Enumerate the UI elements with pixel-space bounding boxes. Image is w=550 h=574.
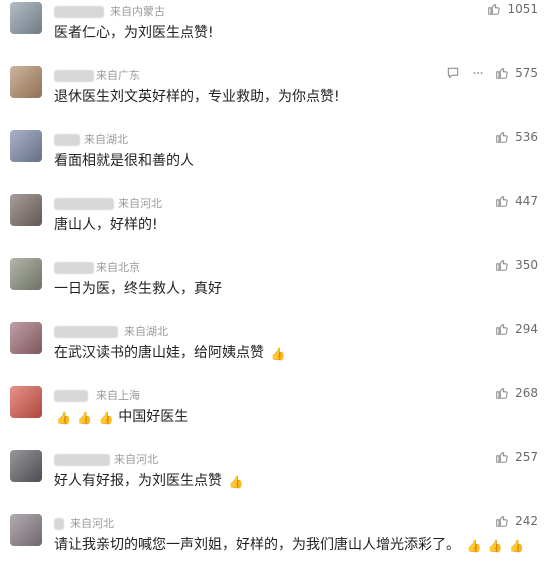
like-button[interactable]: 350	[495, 258, 538, 272]
comment-text-body: 好人有好报，为刘医生点赞	[54, 473, 222, 489]
avatar[interactable]	[10, 66, 42, 98]
comment-text: 退休医生刘文英好样的，专业救助，为你点赞!	[54, 89, 340, 105]
username-blurred[interactable]	[54, 454, 110, 466]
location-label: 来自上海	[96, 389, 140, 402]
comment-actions: 257	[495, 450, 538, 464]
more-icon	[473, 72, 483, 74]
reply-button[interactable]	[445, 66, 461, 80]
like-count: 575	[515, 66, 538, 80]
comment-text: 请让我亲切的喊您一声刘姐，好样的，为我们唐山人增光添彩了。 👍 👍 👍	[54, 534, 524, 554]
like-count: 350	[515, 258, 538, 272]
comment-text: 好人有好报，为刘医生点赞 👍	[54, 470, 243, 490]
comment-text: 👍 👍 👍 中国好医生	[54, 406, 188, 426]
comment-item-3: 来自湖北 看面相就是很和善的人 536	[0, 128, 550, 190]
comment-item-2: 来自广东 退休医生刘文英好样的，专业救助，为你点赞! 575	[0, 64, 550, 126]
like-button[interactable]: 1051	[487, 2, 538, 16]
comment-text: 一日为医，终生救人，真好	[54, 281, 222, 297]
like-count: 294	[515, 322, 538, 336]
comment-item-8: 来自河北 好人有好报，为刘医生点赞 👍 257	[0, 448, 550, 510]
avatar[interactable]	[10, 130, 42, 162]
username-blurred[interactable]	[54, 326, 118, 338]
comment-item-4: 来自河北 唐山人，好样的! 447	[0, 192, 550, 254]
avatar[interactable]	[10, 386, 42, 418]
username-blurred[interactable]	[54, 6, 104, 18]
comment-text-body: 在武汉读书的唐山娃，给阿姨点赞	[54, 345, 264, 361]
comment-item-9: 来自河北 请让我亲切的喊您一声刘姐，好样的，为我们唐山人增光添彩了。 👍 👍 👍…	[0, 512, 550, 574]
location-label: 来自湖北	[84, 133, 128, 146]
comment-text: 唐山人，好样的!	[54, 217, 158, 233]
comment-item-1: 来自内蒙古 医者仁心，为刘医生点赞! 1051	[0, 0, 550, 62]
avatar[interactable]	[10, 2, 42, 34]
comment-actions: 268	[495, 386, 538, 400]
like-button[interactable]: 575	[495, 66, 538, 80]
thumbs-up-emoji-icon: 👍	[487, 539, 503, 553]
like-button[interactable]: 257	[495, 450, 538, 464]
avatar[interactable]	[10, 450, 42, 482]
username-blurred[interactable]	[54, 134, 80, 146]
thumbs-up-icon	[496, 195, 508, 207]
thumbs-up-icon	[488, 3, 501, 15]
thumbs-up-icon	[496, 515, 508, 527]
username-blurred[interactable]	[54, 390, 88, 402]
comment-actions: 447	[495, 194, 538, 208]
comment-text: 医者仁心，为刘医生点赞!	[54, 25, 214, 41]
like-count: 242	[515, 514, 538, 528]
like-count: 1051	[507, 2, 538, 16]
username-blurred[interactable]	[54, 518, 64, 530]
comment-actions: 242	[495, 514, 538, 528]
username-blurred[interactable]	[54, 198, 114, 210]
thumbs-up-emoji-icon: 👍	[56, 411, 71, 425]
like-button[interactable]: 268	[495, 386, 538, 400]
avatar[interactable]	[10, 514, 42, 546]
location-label: 来自北京	[96, 261, 140, 274]
like-count: 447	[515, 194, 538, 208]
thumbs-up-icon	[496, 67, 508, 79]
thumbs-up-emoji-icon: 👍	[466, 539, 482, 553]
like-count: 268	[515, 386, 538, 400]
thumbs-up-icon	[496, 387, 508, 399]
comment-actions: 575	[445, 66, 538, 80]
location-label: 来自内蒙古	[110, 5, 165, 18]
like-button[interactable]: 447	[495, 194, 538, 208]
comment-icon	[447, 67, 459, 79]
comment-actions: 1051	[487, 2, 538, 16]
location-label: 来自湖北	[124, 325, 168, 338]
username-blurred[interactable]	[54, 70, 94, 82]
comment-text-body: 中国好医生	[118, 409, 189, 425]
comment-actions: 350	[495, 258, 538, 272]
location-label: 来自广东	[96, 69, 140, 82]
comment-item-7: 来自上海 👍 👍 👍 中国好医生 268	[0, 384, 550, 446]
avatar[interactable]	[10, 322, 42, 354]
thumbs-up-emoji-icon: 👍	[77, 411, 93, 425]
thumbs-up-icon	[496, 259, 508, 271]
comment-list: 来自内蒙古 医者仁心，为刘医生点赞! 1051 来自广东 退休医生刘文英好样的，…	[0, 0, 550, 554]
like-count: 536	[515, 130, 538, 144]
like-button[interactable]: 294	[495, 322, 538, 336]
like-count: 257	[515, 450, 538, 464]
like-button[interactable]: 242	[495, 514, 538, 528]
comment-text: 在武汉读书的唐山娃，给阿姨点赞 👍	[54, 342, 285, 362]
thumbs-up-emoji-icon: 👍	[270, 347, 286, 361]
location-label: 来自河北	[114, 453, 158, 466]
thumbs-up-icon	[496, 323, 508, 335]
thumbs-up-emoji-icon: 👍	[509, 539, 525, 553]
comment-actions: 294	[495, 322, 538, 336]
more-button[interactable]	[469, 66, 487, 80]
thumbs-up-emoji-icon: 👍	[98, 411, 114, 425]
comment-item-6: 来自湖北 在武汉读书的唐山娃，给阿姨点赞 👍 294	[0, 320, 550, 382]
comment-actions: 536	[495, 130, 538, 144]
comment-item-5: 来自北京 一日为医，终生救人，真好 350	[0, 256, 550, 318]
avatar[interactable]	[10, 194, 42, 226]
comment-text-body: 请让我亲切的喊您一声刘姐，好样的，为我们唐山人增光添彩了。	[54, 537, 460, 553]
thumbs-up-icon	[496, 131, 508, 143]
avatar[interactable]	[10, 258, 42, 290]
username-blurred[interactable]	[54, 262, 94, 274]
like-button[interactable]: 536	[495, 130, 538, 144]
location-label: 来自河北	[70, 517, 114, 530]
location-label: 来自河北	[118, 197, 162, 210]
comment-text: 看面相就是很和善的人	[54, 153, 194, 169]
thumbs-up-emoji-icon: 👍	[228, 475, 244, 489]
thumbs-up-icon	[496, 451, 508, 463]
